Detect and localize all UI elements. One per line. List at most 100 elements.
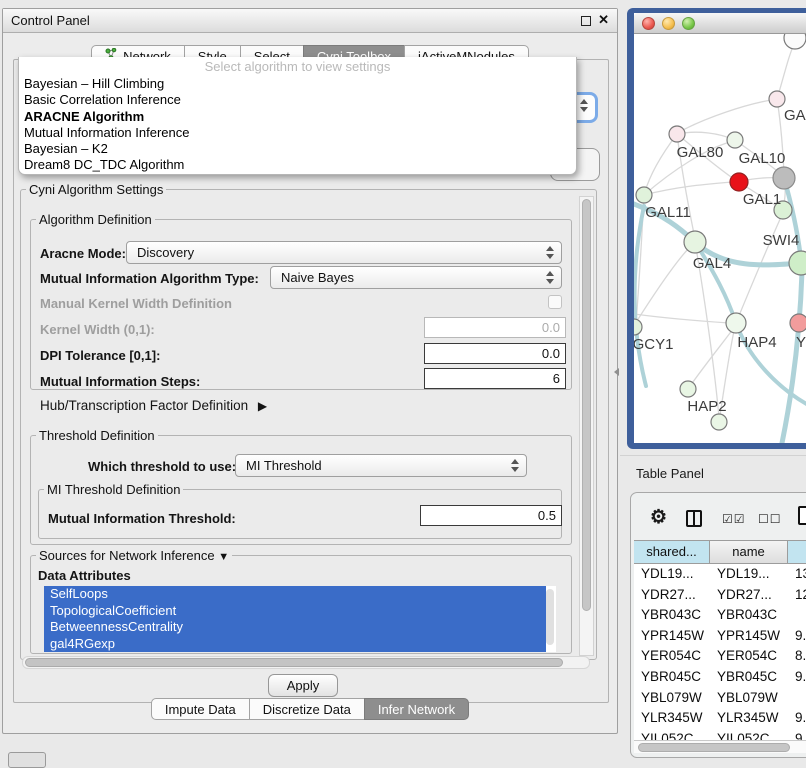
node-hap2[interactable] xyxy=(680,381,696,397)
node-red[interactable] xyxy=(730,173,748,191)
tab-label: Impute Data xyxy=(165,702,236,717)
bottom-tabstrip: Impute Data Discretize DataInfer Network xyxy=(2,698,618,720)
gear-icon[interactable]: ⚙ xyxy=(650,506,667,529)
node-gal80[interactable] xyxy=(669,126,685,142)
mi-threshold-legend: MI Threshold Definition xyxy=(44,482,183,497)
panel-splitter-arrow[interactable] xyxy=(614,368,619,376)
table-cell: 9. xyxy=(788,729,806,740)
table-row[interactable]: YDR27...YDR27...12 xyxy=(634,585,806,606)
column-header-extra[interactable] xyxy=(788,540,806,564)
network-edge xyxy=(777,42,795,99)
aracne-mode-select[interactable]: Discovery xyxy=(126,241,562,264)
spinner-arrows-icon xyxy=(546,271,554,284)
tab-impute-data[interactable]: Impute Data xyxy=(151,698,250,720)
collapse-arrow-icon[interactable]: ▼ xyxy=(218,551,229,563)
network-canvas[interactable]: GALGAL80GAL10GAL1GAL11SWI4GAL4GCY1HAP4YH… xyxy=(634,34,806,443)
data-attributes-list[interactable]: SelfLoopsTopologicalCoefficientBetweenne… xyxy=(44,586,556,652)
close-icon[interactable]: ✕ xyxy=(598,12,609,28)
algorithm-option-aracne-algorithm[interactable]: ARACNE Algorithm xyxy=(19,109,576,125)
node-gray[interactable] xyxy=(773,167,795,189)
scrollbar-thumb[interactable] xyxy=(638,743,790,752)
attribute-item-selfloops[interactable]: SelfLoops xyxy=(44,586,546,603)
unchecked-pair-icon[interactable]: ☐☐ xyxy=(758,512,782,526)
aracne-mode-value: Discovery xyxy=(137,245,194,260)
network-edge xyxy=(635,248,689,324)
table-cell: YIL052C xyxy=(710,729,788,740)
manual-kernel-width-label: Manual Kernel Width Definition xyxy=(40,296,232,311)
sources-legend[interactable]: Sources for Network Inference ▼ xyxy=(36,548,232,563)
aracne-mode-label: Aracne Mode: xyxy=(40,246,126,261)
scrollbar-thumb[interactable] xyxy=(582,199,591,611)
bottom-left-partial-button[interactable] xyxy=(8,752,46,768)
zoom-traffic-light[interactable] xyxy=(682,17,695,30)
table-row[interactable]: YLR345WYLR345W9. xyxy=(634,708,806,729)
list-scrollbar-thumb[interactable] xyxy=(546,589,554,645)
node-swi4[interactable] xyxy=(789,251,806,275)
split-columns-icon[interactable] xyxy=(686,510,702,527)
node-y[interactable] xyxy=(790,314,806,332)
close-traffic-light[interactable] xyxy=(642,17,655,30)
table-row[interactable]: YBR043CYBR043C xyxy=(634,605,806,626)
algorithm-option-bayesian-k2[interactable]: Bayesian – K2 xyxy=(19,141,576,157)
node-gal4[interactable] xyxy=(684,231,706,253)
table-row[interactable]: YPR145WYPR145W9. xyxy=(634,626,806,647)
node-label-swi4: SWI4 xyxy=(763,232,800,249)
algorithm-option-bayesian-hill-climbing[interactable]: Bayesian – Hill Climbing xyxy=(19,76,576,92)
node-top-arc[interactable] xyxy=(784,34,806,49)
tab-discretize-data[interactable]: Discretize Data xyxy=(249,698,365,720)
column-header-name[interactable]: name xyxy=(710,540,788,564)
manual-kernel-width-checkbox[interactable] xyxy=(548,295,562,309)
network-edge-strong xyxy=(635,206,647,386)
which-threshold-label: Which threshold to use: xyxy=(88,459,236,474)
sources-title: Sources for Network Inference xyxy=(39,548,215,563)
node-gcy1[interactable] xyxy=(634,319,642,335)
control-panel-titlebar[interactable]: Control Panel ✕ xyxy=(3,9,617,33)
attribute-item-topologicalcoefficient[interactable]: TopologicalCoefficient xyxy=(44,603,546,620)
node-label-gal11: GAL11 xyxy=(645,204,691,221)
spinner-arrows-icon xyxy=(546,246,554,259)
algorithm-option-dream8-dc-tdc-algorithm[interactable]: Dream8 DC_TDC Algorithm xyxy=(19,157,576,173)
node-bottom[interactable] xyxy=(711,414,727,430)
mi-steps-field[interactable]: 6 xyxy=(424,368,566,389)
checked-pair-icon[interactable]: ☑☑ xyxy=(722,512,746,526)
table-row[interactable]: YDL19...YDL19...13 xyxy=(634,564,806,585)
attribute-item-gal4rgexp[interactable]: gal4RGexp xyxy=(44,636,546,653)
table-row[interactable]: YIL052CYIL052C9. xyxy=(634,729,806,740)
mi-algorithm-type-label: Mutual Information Algorithm Type: xyxy=(40,271,259,286)
expand-arrow-icon[interactable]: ▶ xyxy=(258,399,267,413)
which-threshold-value: MI Threshold xyxy=(246,458,322,473)
network-graph[interactable]: GALGAL80GAL10GAL1GAL11SWI4GAL4GCY1HAP4YH… xyxy=(634,34,806,443)
node-hap4[interactable] xyxy=(726,313,746,333)
apply-button[interactable]: Apply xyxy=(268,674,338,697)
document-icon[interactable] xyxy=(798,506,806,525)
which-threshold-select[interactable]: MI Threshold xyxy=(235,454,527,477)
settings-vertical-scrollbar[interactable] xyxy=(579,196,594,656)
tab-infer-network[interactable]: Infer Network xyxy=(364,698,469,720)
mi-threshold-label: Mutual Information Threshold: xyxy=(48,511,236,526)
minimize-traffic-light[interactable] xyxy=(662,17,675,30)
hub-definition-toggle[interactable]: Hub/Transcription Factor Definition ▶ xyxy=(40,398,267,413)
table-body[interactable]: YDL19...YDL19...13YDR27...YDR27...12YBR0… xyxy=(634,564,806,740)
mi-threshold-field[interactable]: 0.5 xyxy=(420,505,562,526)
table-cell: YBL079W xyxy=(634,688,710,709)
mi-algorithm-type-select[interactable]: Naive Bayes xyxy=(270,266,562,289)
scrollbar-thumb[interactable] xyxy=(25,658,563,667)
algorithm-option-mutual-information-inference[interactable]: Mutual Information Inference xyxy=(19,125,576,141)
settings-horizontal-scrollbar[interactable] xyxy=(22,656,590,669)
algorithm-option-basic-correlation-inference[interactable]: Basic Correlation Inference xyxy=(19,92,576,108)
table-row[interactable]: YER054CYER054C8. xyxy=(634,646,806,667)
network-window-titlebar[interactable] xyxy=(634,13,806,34)
table-cell: YDR27... xyxy=(634,585,710,606)
dpi-tolerance-field[interactable]: 0.0 xyxy=(424,343,566,364)
node-gal11[interactable] xyxy=(636,187,652,203)
table-cell: 12 xyxy=(788,585,806,606)
node-gal10[interactable] xyxy=(727,132,743,148)
float-window-icon[interactable] xyxy=(581,16,591,26)
node-gal-cut[interactable] xyxy=(769,91,785,107)
table-row[interactable]: YBL079WYBL079W xyxy=(634,688,806,709)
network-edge xyxy=(645,134,677,192)
table-horizontal-scrollbar[interactable] xyxy=(634,740,806,753)
attribute-item-betweennesscentrality[interactable]: BetweennessCentrality xyxy=(44,619,546,636)
column-header-shared[interactable]: shared... xyxy=(634,540,710,564)
table-row[interactable]: YBR045CYBR045C9. xyxy=(634,667,806,688)
